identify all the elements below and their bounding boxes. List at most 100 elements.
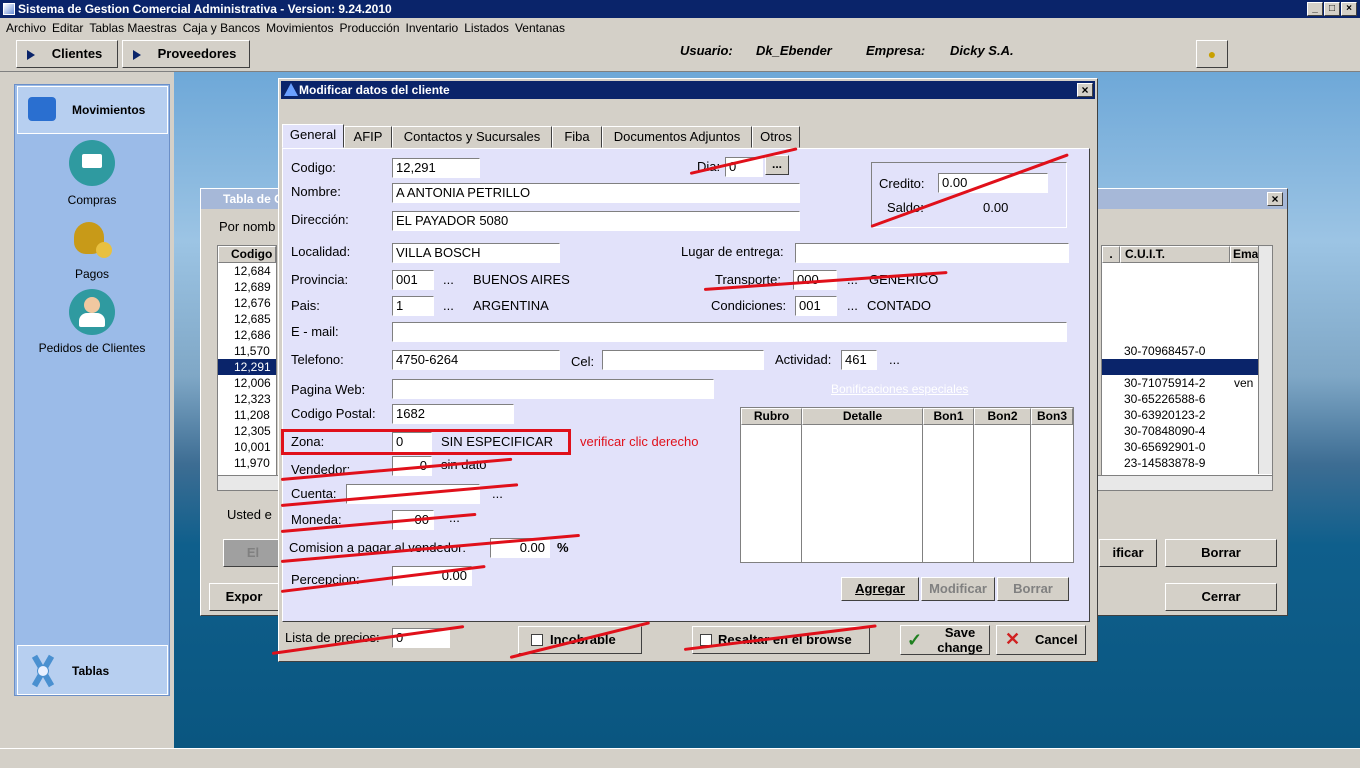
menu-item[interactable]: Caja y Bancos xyxy=(177,18,260,35)
table-row[interactable] xyxy=(1102,279,1258,295)
table-row[interactable]: 12,685 xyxy=(218,311,276,327)
table-row[interactable]: 30-65226588-6 xyxy=(1102,391,1258,407)
modificar-bon-button[interactable]: Modificar xyxy=(921,577,995,601)
save-change-button[interactable]: ✓ Save change xyxy=(900,625,990,655)
bon-col-bon3[interactable]: Bon3 xyxy=(1031,408,1073,425)
table-row[interactable] xyxy=(1102,263,1258,279)
maximize-button[interactable]: □ xyxy=(1324,2,1340,16)
tab-fiba[interactable]: Fiba xyxy=(552,126,602,148)
table-row[interactable] xyxy=(1102,311,1258,327)
modificar-button-bg[interactable]: ificar xyxy=(1099,539,1157,567)
col-cuit-header[interactable]: C.U.I.T. xyxy=(1120,246,1230,263)
direccion-field[interactable]: EL PAYADOR 5080 xyxy=(392,211,800,231)
condiciones-code-field[interactable]: 001 xyxy=(795,296,837,316)
actividad-lookup-button[interactable]: ... xyxy=(889,352,900,367)
table-row[interactable]: 12,676 xyxy=(218,295,276,311)
lugar-entrega-field[interactable] xyxy=(795,243,1069,263)
table-row[interactable] xyxy=(1102,295,1258,311)
table-row[interactable]: 12,006 xyxy=(218,375,276,391)
table-row[interactable]: 11,970 xyxy=(218,455,276,471)
menu-item[interactable]: Editar xyxy=(46,18,83,35)
sidebar-item-compras[interactable]: Compras xyxy=(14,193,170,207)
grid-vertical-scrollbar[interactable] xyxy=(1258,246,1272,474)
bon-col-rubro[interactable]: Rubro xyxy=(741,408,802,425)
table-row[interactable] xyxy=(1102,327,1258,343)
bon-col-bon1[interactable]: Bon1 xyxy=(923,408,974,425)
pedidos-icon[interactable] xyxy=(69,289,115,335)
pais-lookup-button[interactable]: ... xyxy=(443,298,454,313)
table-row[interactable]: 30-70968457-0 xyxy=(1102,343,1258,359)
menu-item[interactable]: Tablas Maestras xyxy=(83,18,176,35)
bonificaciones-link[interactable]: Bonificaciones especiales xyxy=(831,382,968,396)
codigo-postal-field[interactable]: 1682 xyxy=(392,404,514,424)
menu-item[interactable]: Archivo xyxy=(0,18,46,35)
actividad-field[interactable]: 461 xyxy=(841,350,877,370)
table-row[interactable]: 11,570 xyxy=(218,343,276,359)
cancel-button[interactable]: ✕ Cancel xyxy=(996,625,1086,655)
table-row[interactable]: 12,684 xyxy=(218,263,276,279)
lock-icon[interactable]: ● xyxy=(1196,40,1228,68)
incobrable-checkbox[interactable] xyxy=(531,634,543,646)
agregar-button[interactable]: Agregar xyxy=(841,577,919,601)
nombre-field[interactable]: A ANTONIA PETRILLO xyxy=(392,183,800,203)
web-field[interactable] xyxy=(392,379,714,399)
table-row[interactable]: 12,291 xyxy=(218,359,276,375)
sidebar-item-pagos[interactable]: Pagos xyxy=(14,267,170,281)
cel-field[interactable] xyxy=(602,350,764,370)
bon-col-detalle[interactable]: Detalle xyxy=(802,408,923,425)
tab-afip[interactable]: AFIP xyxy=(344,126,392,148)
minimize-button[interactable]: _ xyxy=(1307,2,1323,16)
tab-documentos[interactable]: Documentos Adjuntos xyxy=(602,126,752,148)
table-row[interactable]: 30-65692901-0 xyxy=(1102,439,1258,455)
tab-contactos[interactable]: Contactos y Sucursales xyxy=(392,126,552,148)
table-row[interactable]: 30-70848090-4 xyxy=(1102,423,1258,439)
provincia-lookup-button[interactable]: ... xyxy=(443,272,454,287)
table-row[interactable] xyxy=(1102,359,1258,375)
table-row[interactable]: 11,208 xyxy=(218,407,276,423)
money-bag-icon[interactable] xyxy=(70,216,112,260)
menu-item[interactable]: Movimientos xyxy=(260,18,333,35)
table-row[interactable]: 30-63920123-2 xyxy=(1102,407,1258,423)
close-app-button[interactable]: × xyxy=(1341,2,1357,16)
codigo-field[interactable]: 12,291 xyxy=(392,158,480,178)
menu-item[interactable]: Producción xyxy=(333,18,399,35)
telefono-field[interactable]: 4750-6264 xyxy=(392,350,560,370)
bonificaciones-grid[interactable] xyxy=(740,407,1074,563)
table-row[interactable]: 12,689 xyxy=(218,279,276,295)
localidad-field[interactable]: VILLA BOSCH xyxy=(392,243,560,263)
borrar-button-bg[interactable]: Borrar xyxy=(1165,539,1277,567)
menu-item[interactable]: Inventario xyxy=(400,18,459,35)
table-row[interactable]: 30-71075914-2 ven xyxy=(1102,375,1258,391)
sidebar-section-movimientos[interactable]: Movimientos xyxy=(17,86,168,134)
bon-col-bon2[interactable]: Bon2 xyxy=(974,408,1031,425)
menu-item[interactable]: Ventanas xyxy=(509,18,565,35)
eliminar-button[interactable]: El xyxy=(223,539,283,567)
compras-icon[interactable] xyxy=(69,140,115,186)
table-row[interactable]: 12,305 xyxy=(218,423,276,439)
provincia-code-field[interactable]: 001 xyxy=(392,270,434,290)
clients-window-close-button[interactable]: × xyxy=(1267,192,1283,206)
cerrar-button[interactable]: Cerrar xyxy=(1165,583,1277,611)
clients-grid-left[interactable]: Codigo 12,684 12,689 12,676 12,685 12,686 11,… xyxy=(217,245,277,491)
table-row[interactable]: 10,001 xyxy=(218,439,276,455)
email-field[interactable] xyxy=(392,322,1067,342)
tab-otros[interactable]: Otros xyxy=(752,126,800,148)
table-row[interactable]: 12,686 xyxy=(218,327,276,343)
col-email-header[interactable]: Ema xyxy=(1230,246,1260,263)
sidebar-item-pedidos[interactable]: Pedidos de Clientes xyxy=(14,341,170,355)
tab-general[interactable]: General xyxy=(282,124,344,148)
dialog-close-button[interactable]: × xyxy=(1077,83,1093,97)
menu-item[interactable]: Listados xyxy=(458,18,509,35)
col-codigo-header[interactable]: Codigo xyxy=(218,246,276,263)
col-dot-header[interactable]: . xyxy=(1102,246,1120,263)
pais-code-field[interactable]: 1 xyxy=(392,296,434,316)
table-row[interactable]: 12,323 xyxy=(218,391,276,407)
sidebar-section-tablas[interactable]: Tablas xyxy=(17,645,168,695)
dia-picker-button[interactable]: ... xyxy=(765,155,789,175)
borrar-bon-button[interactable]: Borrar xyxy=(997,577,1069,601)
clientes-button[interactable]: Clientes xyxy=(16,40,118,68)
table-row[interactable]: 23-14583878-9 xyxy=(1102,455,1258,471)
proveedores-button[interactable]: Proveedores xyxy=(122,40,250,68)
exportar-button[interactable]: Expor xyxy=(209,583,279,611)
clients-grid-right[interactable]: . C.U.I.T. Ema 30-70968457-0 30-71075914-… xyxy=(1101,245,1273,491)
